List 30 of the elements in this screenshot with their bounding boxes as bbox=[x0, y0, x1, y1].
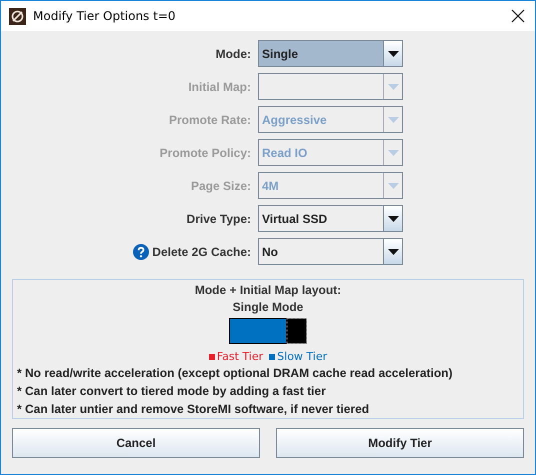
app-icon bbox=[9, 8, 26, 24]
dropdown[interactable]: Single bbox=[258, 40, 403, 67]
caret-icon bbox=[388, 182, 398, 188]
note-text: * Can later convert to tiered mode by adding a fast tier bbox=[17, 383, 326, 400]
legend-label: Fast Tier bbox=[216, 350, 264, 364]
legend-label: Slow Tier bbox=[277, 350, 328, 364]
field-label: Page Size: bbox=[190, 178, 251, 192]
field-label: Mode: bbox=[216, 46, 251, 60]
field-label: Promote Policy: bbox=[160, 146, 251, 160]
field-label: Initial Map: bbox=[188, 80, 251, 94]
close-icon[interactable] bbox=[511, 9, 525, 23]
field-label: Delete 2G Cache: bbox=[152, 244, 251, 258]
field-label: Drive Type: bbox=[186, 212, 251, 226]
dropdown[interactable]: Virtual SSD bbox=[258, 205, 403, 232]
caret-icon bbox=[388, 150, 398, 156]
dialog-button[interactable]: Modify Tier bbox=[276, 428, 524, 458]
note-text: * Can later untier and remove StoreMI software, if never tiered bbox=[17, 401, 370, 418]
dropdown[interactable]: No bbox=[258, 238, 403, 265]
help-icon[interactable] bbox=[133, 244, 150, 260]
caret-icon bbox=[388, 84, 398, 90]
caret-icon bbox=[388, 50, 398, 56]
panel-title: Mode + Initial Map layout: bbox=[194, 282, 342, 299]
caret-icon bbox=[388, 116, 398, 122]
field-label: Promote Rate: bbox=[168, 112, 251, 126]
caret-icon bbox=[388, 248, 398, 254]
window-title: Modify Tier Options t=0 bbox=[33, 9, 177, 23]
note-text: * No read/write acceleration (except optional DRAM cache read acceleration) bbox=[17, 365, 452, 382]
mode-name: Single Mode bbox=[232, 299, 304, 316]
dialog-button[interactable]: Cancel bbox=[12, 428, 260, 458]
caret-icon bbox=[388, 216, 398, 222]
